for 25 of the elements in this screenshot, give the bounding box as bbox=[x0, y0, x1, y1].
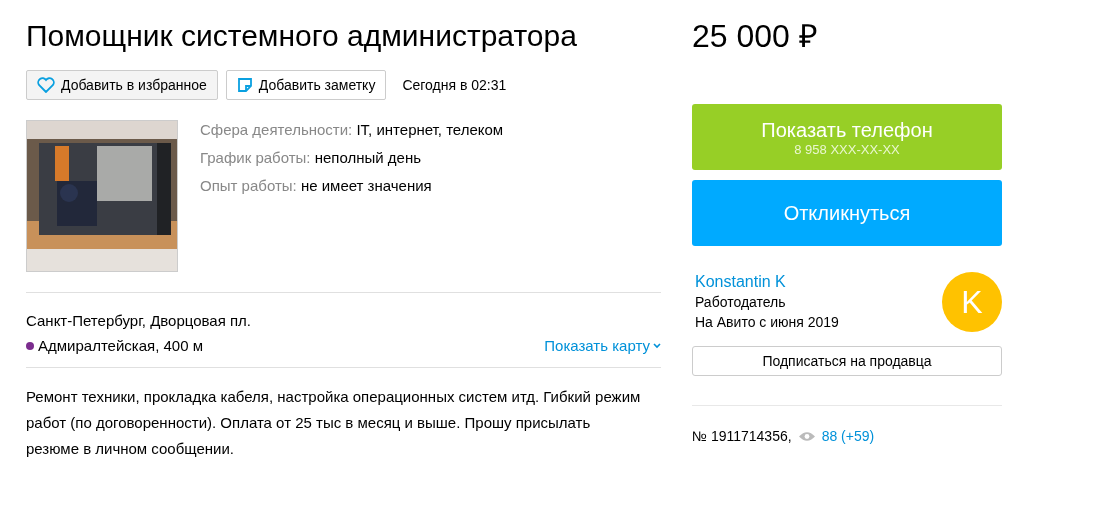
respond-button[interactable]: Откликнуться bbox=[692, 180, 1002, 246]
view-count: 88 (+59) bbox=[821, 428, 875, 444]
listing-title: Помощник системного администратора bbox=[26, 18, 578, 54]
chevron-icon bbox=[653, 342, 661, 349]
show-map-link[interactable]: Показать карту bbox=[544, 337, 661, 354]
add-favorite-button[interactable]: Добавить в избранное bbox=[26, 70, 218, 100]
price: 25 000 ₽ bbox=[692, 18, 819, 54]
eye-icon bbox=[797, 430, 816, 442]
add-note-button[interactable]: Добавить заметку bbox=[225, 70, 387, 100]
job-parameter: Сфера деятельности: IT, интернет, телеком bbox=[200, 120, 504, 139]
seller-avatar: K bbox=[942, 272, 1002, 332]
heart-icon bbox=[37, 77, 55, 93]
seller-name[interactable]: Konstantin K bbox=[695, 273, 839, 291]
posted-time: Сегодня в 02:31 bbox=[402, 77, 507, 93]
note-icon bbox=[236, 77, 253, 93]
description: Ремонт техники, прокладка кабеля, настройка операционных систем итд. Гибкий режим работ (по договоренности). Оплата от 25 тыс в месяц и выше. Прошу присылать резюме в личном сообщении. bbox=[26, 387, 641, 459]
job-parameter: Опыт работы: не имеет значения bbox=[200, 176, 433, 195]
seller-since: На Авито с июня 2019 bbox=[695, 313, 839, 331]
seller-role: Работодатель bbox=[695, 293, 787, 311]
metro-station: Адмиралтейская, 400 м bbox=[38, 336, 203, 355]
show-phone-button[interactable]: Показать телефон 8 958 XXX-XX-XX bbox=[692, 104, 1002, 170]
job-parameter: График работы: неполный день bbox=[200, 148, 423, 167]
address: Санкт-Петербург, Дворцовая пл. bbox=[26, 311, 253, 330]
subscribe-button[interactable]: Подписаться на продавца bbox=[692, 346, 1002, 376]
item-number: № 1911714356, bbox=[692, 428, 792, 444]
